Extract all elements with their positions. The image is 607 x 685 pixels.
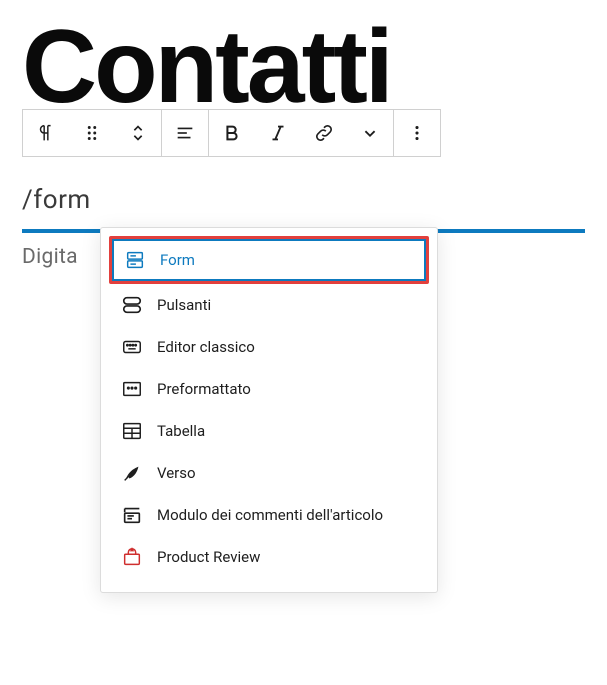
popover-item-label: Verso xyxy=(157,464,196,482)
popover-item-label: Form xyxy=(160,251,195,269)
align-left-icon xyxy=(174,122,196,144)
keyboard-icon xyxy=(121,336,143,358)
bold-button[interactable] xyxy=(209,110,255,156)
buttons-icon xyxy=(121,294,143,316)
comments-icon xyxy=(121,504,143,526)
italic-button[interactable] xyxy=(255,110,301,156)
popover-item-verso[interactable]: Verso xyxy=(109,452,429,494)
form-icon xyxy=(124,249,146,271)
toolbar-group-2 xyxy=(162,109,209,157)
block-toolbar xyxy=(22,109,585,157)
move-button[interactable] xyxy=(115,110,161,156)
popover-item-label: Pulsanti xyxy=(157,296,211,314)
popover-item-form[interactable]: Form xyxy=(109,236,429,284)
product-review-icon xyxy=(121,546,143,568)
chevron-down-icon xyxy=(359,122,381,144)
popover-item-editor-classico[interactable]: Editor classico xyxy=(109,326,429,368)
popover-item-tabella[interactable]: Tabella xyxy=(109,410,429,452)
bold-icon xyxy=(221,122,243,144)
move-icon xyxy=(127,122,149,144)
paragraph-button[interactable] xyxy=(23,110,69,156)
popover-item-preformattato[interactable]: Preformattato xyxy=(109,368,429,410)
slash-input[interactable]: /form xyxy=(22,185,585,223)
popover-item-label: Product Review xyxy=(157,548,260,566)
preformatted-icon xyxy=(121,378,143,400)
more-formatting-button[interactable] xyxy=(347,110,393,156)
toolbar-group-1 xyxy=(22,109,162,157)
drag-button[interactable] xyxy=(69,110,115,156)
drag-icon xyxy=(81,122,103,144)
toolbar-group-4 xyxy=(394,109,441,157)
below-row: Digita Form Pulsanti xyxy=(22,245,585,269)
more-vertical-icon xyxy=(406,122,428,144)
link-icon xyxy=(313,122,335,144)
italic-icon xyxy=(267,122,289,144)
popover-item-pulsanti[interactable]: Pulsanti xyxy=(109,284,429,326)
paragraph-icon xyxy=(35,122,57,144)
table-icon xyxy=(121,420,143,442)
options-button[interactable] xyxy=(394,110,440,156)
slash-input-wrap: /form xyxy=(22,185,585,233)
quill-icon xyxy=(121,462,143,484)
popover-item-label: Editor classico xyxy=(157,338,255,356)
page-title: Contatti xyxy=(22,18,585,117)
link-button[interactable] xyxy=(301,110,347,156)
align-button[interactable] xyxy=(162,110,208,156)
popover-item-label: Modulo dei commenti dell'articolo xyxy=(157,506,383,524)
popover-item-label: Tabella xyxy=(157,422,205,440)
popover-item-label: Preformattato xyxy=(157,380,251,398)
popover-item-modulo-commenti[interactable]: Modulo dei commenti dell'articolo xyxy=(109,494,429,536)
popover-item-product-review[interactable]: Product Review xyxy=(109,536,429,578)
block-suggestions-popover: Form Pulsanti xyxy=(100,227,438,593)
toolbar-group-3 xyxy=(209,109,394,157)
